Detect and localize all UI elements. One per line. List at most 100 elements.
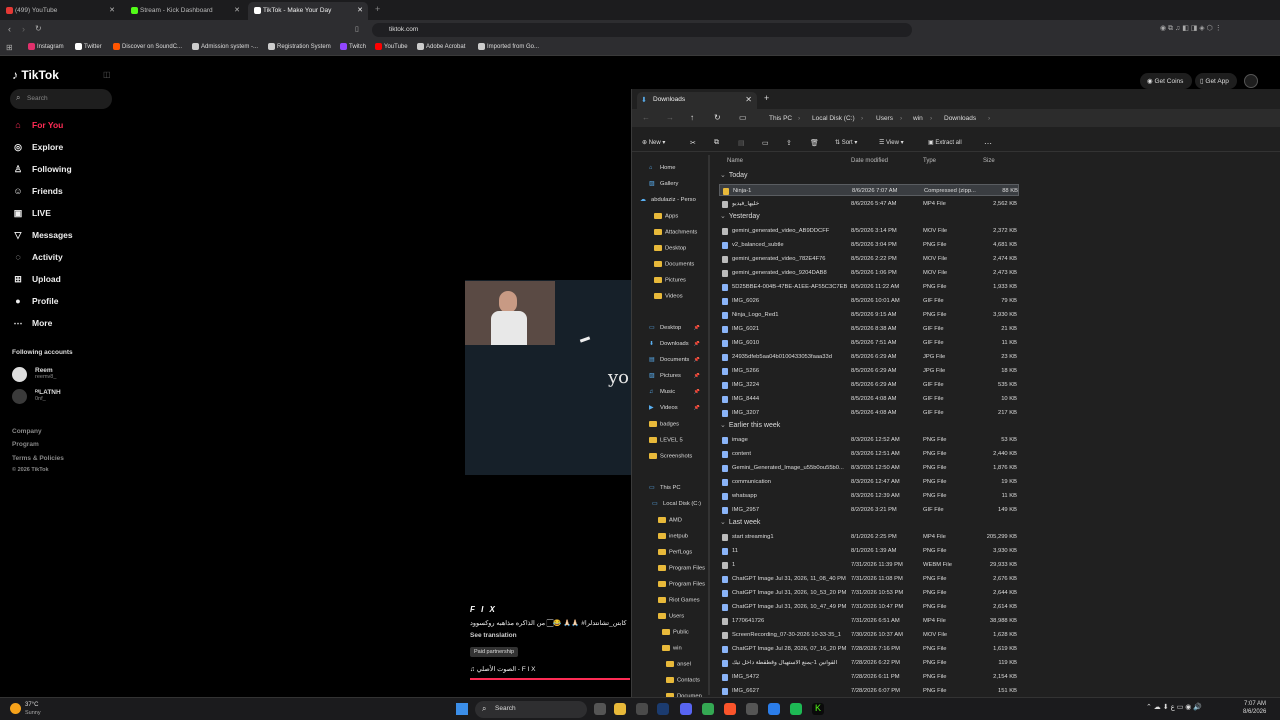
explorer-tab[interactable]: ⬇ Downloads ✕ [637,92,757,109]
tree-item[interactable]: PerfLogs [658,549,708,561]
file-row[interactable]: gemini_generated_video_782E4F76 8/5/2026 … [719,253,1019,265]
file-row[interactable]: خليها_فيديو 8/6/2026 5:47 AM MP4 File 2,562… [719,198,1019,210]
file-row[interactable]: IMG_6026 8/5/2026 10:01 AM GIF File 79 KB [719,295,1019,307]
footer-link[interactable]: Company [12,428,42,435]
share-icon[interactable]: ⇪ [786,139,792,147]
bookmark-item[interactable]: Discover on SoundC... [113,43,182,50]
pin-icon[interactable]: 📌 [694,373,700,379]
following-name[interactable]: ᴿᴵLATNH [35,389,61,396]
chrome-icon[interactable] [702,703,714,715]
start-icon[interactable] [456,703,468,715]
tree-item[interactable]: ›Attachments [654,229,708,241]
bookmark-item[interactable]: Adobe Acrobat [417,43,465,50]
bookmark-item[interactable]: Registration System [268,43,331,50]
new-tab-icon[interactable]: + [764,93,769,103]
pin-icon[interactable]: 📌 [694,405,700,411]
get-coins-button[interactable]: ◉ Get Coins [1140,73,1192,89]
file-row[interactable]: communication 8/3/2026 12:47 AM PNG File 19… [719,476,1019,488]
tree-item[interactable]: ›AMD [658,517,708,529]
tree-item[interactable]: ›Documents [654,261,708,273]
breadcrumb-downloads[interactable]: Downloads [944,115,976,122]
weather-temp[interactable]: 37°C [25,702,38,708]
avatar[interactable] [12,367,27,382]
breadcrumb-win[interactable]: win [913,115,923,122]
delete-icon[interactable]: 🗑 [810,139,819,147]
tree-item[interactable]: ›Desktop [654,245,708,257]
collapse-sidebar-icon[interactable]: ◫ [103,70,111,79]
file-row[interactable]: ChatGPT Image Jul 31, 2026, 11_08_40 PM 7… [719,573,1019,585]
file-row[interactable]: ChatGPT Image Jul 28, 2026, 07_16_20 PM 7… [719,643,1019,655]
column-name[interactable]: Name [727,158,743,164]
extract-all-button[interactable]: ▣ Extract all [928,139,962,146]
file-row[interactable]: IMG_6627 7/28/2026 6:07 PM PNG File 151 KB [719,685,1019,697]
group-header[interactable]: ⌄ Today [720,171,748,179]
nav-item-following[interactable]: ♙ Following [12,164,72,175]
nav-item-activity[interactable]: ◌ Activity [12,252,62,262]
sound-link[interactable]: ♫ الصوت الأصلي - F I X [470,665,635,673]
profile-avatar[interactable] [1244,74,1258,88]
tree-item[interactable]: ⌄Users [658,613,708,625]
breadcrumb-this-pc[interactable]: This PC [769,115,792,122]
file-row[interactable]: Gemini_Generated_Image_u55b0ou55b0... 8/3… [719,462,1019,474]
breadcrumb-users[interactable]: Users [876,115,893,122]
file-row[interactable]: IMG_3224 8/5/2026 6:29 AM GIF File 535 KB [719,379,1019,391]
file-row[interactable]: IMG_6010 8/5/2026 7:51 AM GIF File 11 KB [719,337,1019,349]
nav-item-live[interactable]: ▣ LIVE [12,208,51,219]
bookmark-item[interactable]: Twitter [75,43,102,50]
new-button[interactable]: ⊕ New ▾ [642,139,665,146]
photos-icon[interactable] [768,703,780,715]
view-button[interactable]: ☰ View ▾ [879,139,904,146]
back-icon[interactable]: ← [642,113,650,122]
file-row[interactable]: IMG_5266 8/5/2026 6:29 AM JPG File 18 KB [719,365,1019,377]
tiktok-logo[interactable]: ♪ TikTok [12,68,59,82]
file-row[interactable]: 11 8/1/2026 1:39 AM PNG File 3,930 KB [719,545,1019,557]
tree-item[interactable]: ›Program Files [658,581,708,593]
bookmark-item[interactable]: Admission system -... [192,43,258,50]
get-app-button[interactable]: ▯ Get App [1195,73,1237,89]
steam-icon[interactable] [657,703,669,715]
forward-icon[interactable]: → [666,113,674,122]
tree-item[interactable]: ▶ Videos 📌 [649,405,708,417]
group-header[interactable]: ⌄ Yesterday [720,212,760,220]
column-date[interactable]: Date modified [851,158,888,164]
app-icon[interactable] [790,703,802,715]
tray-icons[interactable]: ⌃ ☁ ⬇ ع ▭ ◉ 🔊 [1146,703,1202,711]
tree-item[interactable]: ›Apps [654,213,708,225]
browser-tab[interactable]: Stream - Kick Dashboard ✕ [125,2,245,20]
tree-item[interactable]: badges [649,421,708,433]
file-row[interactable]: القوانين 1-يمنع الاستهبال وقطقطة داخل تي… [719,657,1019,669]
reload-icon[interactable]: ↻ [35,24,42,33]
file-row[interactable]: ChatGPT Image Jul 31, 2026, 10_53_20 PM 7… [719,587,1019,599]
brave-icon[interactable] [724,703,736,715]
close-tab-icon[interactable]: ✕ [234,6,240,14]
group-header[interactable]: ⌄ Last week [720,518,760,526]
file-row[interactable]: IMG_5472 7/28/2026 6:11 PM PNG File 2,154 K… [719,671,1019,683]
tree-item[interactable]: ⌄win [662,645,708,657]
tree-item[interactable]: ›Videos [654,293,708,305]
close-tab-icon[interactable]: ✕ [109,6,115,14]
bookmark-item[interactable]: Instagram [28,43,64,50]
file-row[interactable]: 1 7/31/2026 11:39 PM WEBM File 29,933 KB [719,559,1019,571]
browser-tab[interactable]: TikTok - Make Your Day ✕ [248,2,368,20]
footer-link[interactable]: Terms & Policies [12,455,64,462]
nav-item-profile[interactable]: ● Profile [12,296,58,306]
close-tab-icon[interactable]: ✕ [745,95,752,104]
rename-icon[interactable]: ▭ [762,139,769,147]
file-row[interactable]: IMG_8444 8/5/2026 4:08 AM GIF File 10 KB [719,393,1019,405]
file-row[interactable]: Ninja_Logo_Red1 8/5/2026 9:15 AM PNG File 3… [719,309,1019,321]
file-row[interactable]: content 8/3/2026 12:51 AM PNG File 2,440 KB [719,448,1019,460]
store-icon[interactable] [636,703,648,715]
author-name[interactable]: F I X [470,605,635,614]
kick-icon[interactable]: K [812,703,824,715]
file-row[interactable]: ScreenRecording_07-30-2026 10-33-35_1 7/3… [719,629,1019,641]
file-row[interactable]: image 8/3/2026 12:52 AM PNG File 53 KB [719,434,1019,446]
file-row[interactable]: v2_balanced_subtle 8/5/2026 3:04 PM PNG Fi… [719,239,1019,251]
avatar[interactable] [12,389,27,404]
nav-item-for-you[interactable]: ⌂ For You [12,120,63,130]
new-tab-icon[interactable]: + [375,4,380,14]
refresh-icon[interactable]: ↻ [714,113,721,122]
task-view-icon[interactable] [594,703,606,715]
file-row[interactable]: gemini_generated_video_9204DAB8 8/5/2026 … [719,267,1019,279]
paste-icon[interactable]: ▤ [738,139,745,147]
following-name[interactable]: Reem [35,367,53,374]
